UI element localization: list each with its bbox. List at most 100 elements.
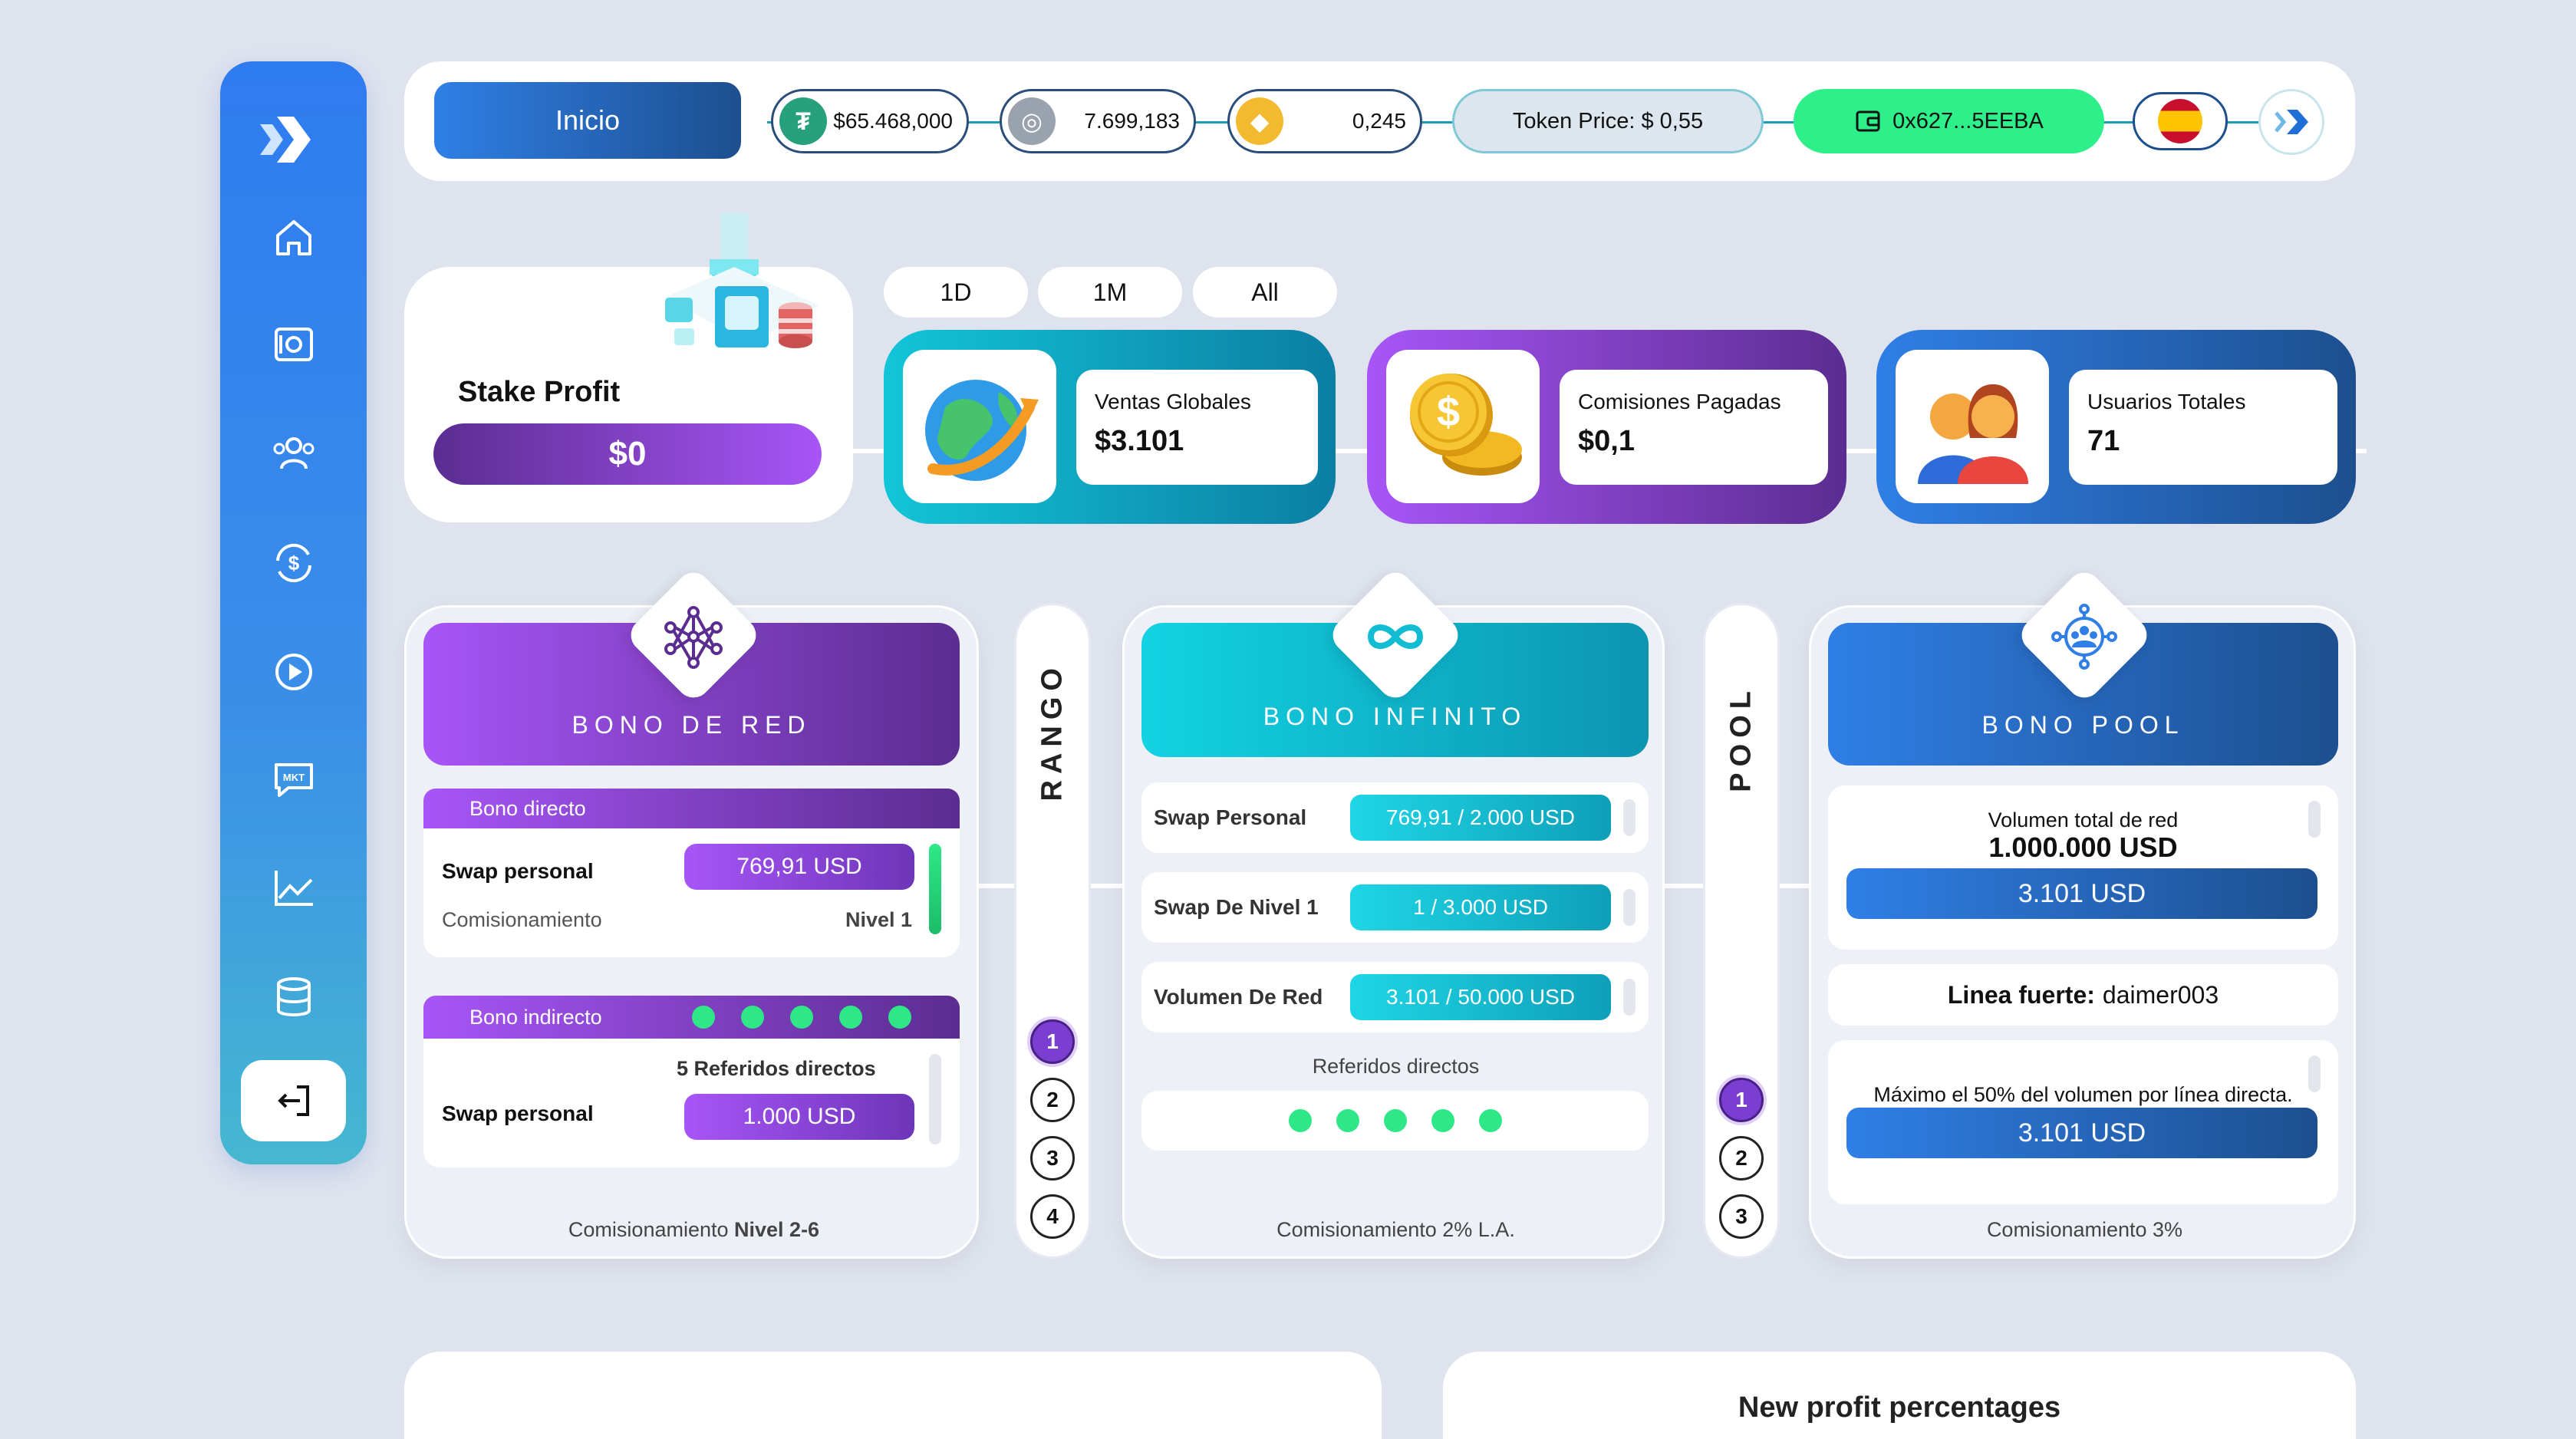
rango-level-2[interactable]: 2 xyxy=(1030,1078,1075,1122)
stat-card-comisiones-pagadas: $ Comisiones Pagadas $0,1 xyxy=(1367,330,1846,524)
infinito-row-volumen-red: Volumen De Red 3.101 / 50.000 USD xyxy=(1141,962,1649,1032)
bono-directo-label: Bono directo xyxy=(469,796,586,820)
bono-infinito-footer: Comisionamiento 2% L.A. xyxy=(1276,1218,1515,1241)
bono-directo-card: Swap personal 769,91 USD Comisionamiento… xyxy=(423,828,960,957)
usdt-balance-pill: ₮ $65.468,000 xyxy=(771,89,969,153)
period-tab-all[interactable]: All xyxy=(1193,267,1337,318)
volumen-red-value: 1.000.000 USD xyxy=(1988,831,2178,863)
people-icon xyxy=(1896,350,2049,503)
vault-icon[interactable] xyxy=(268,320,319,370)
referidos-directos-label: Referidos directos xyxy=(1312,1055,1480,1078)
swap-personal-indirecto-label: Swap personal xyxy=(442,1101,594,1125)
infinito-row-bar xyxy=(1623,979,1636,1016)
volumen-red-pill: 3.101 USD xyxy=(1846,868,2317,919)
stat-value: $0,1 xyxy=(1578,425,1635,457)
linea-fuerte-label: Linea fuerte: xyxy=(1947,980,2095,1009)
rango-label: RANGO xyxy=(1036,662,1069,802)
infinito-row-bar xyxy=(1623,799,1636,836)
directo-progress-bar xyxy=(929,844,941,934)
nivel-label: Nivel 1 xyxy=(845,908,913,931)
infinito-row-value: 1 / 3.000 USD xyxy=(1350,884,1611,930)
volumen-red-bar xyxy=(2308,801,2321,838)
pool-level-3[interactable]: 3 xyxy=(1719,1194,1764,1239)
svg-text:$: $ xyxy=(288,552,299,575)
bono-red-footer-level: Nivel 2-6 xyxy=(734,1218,820,1241)
rango-level-1[interactable]: 1 xyxy=(1030,1019,1075,1064)
referido-dot xyxy=(1289,1109,1312,1132)
stat-comisiones-box: Comisiones Pagadas $0,1 xyxy=(1560,370,1828,485)
forward-button[interactable] xyxy=(2258,89,2324,155)
referidos-directos-label: 5 Referidos directos xyxy=(677,1057,876,1080)
wallet-icon xyxy=(1856,110,1880,132)
gold-coins-icon: $ xyxy=(1386,350,1540,503)
infinito-row-swap-nivel-1: Swap De Nivel 1 1 / 3.000 USD xyxy=(1141,872,1649,943)
maximo-volumen-bar xyxy=(2308,1055,2321,1092)
comisionamiento-label: Comisionamiento xyxy=(442,908,602,931)
bono-red-panel: BONO DE RED Bono directo Swap personal 7… xyxy=(404,565,979,1259)
indirecto-dot xyxy=(790,1006,813,1029)
brand-logo-icon[interactable] xyxy=(257,109,331,170)
volumen-red-card: Volumen total de red 1.000.000 USD 3.101… xyxy=(1828,785,2338,950)
maximo-volumen-label: Máximo el 50% del volumen por línea dire… xyxy=(1873,1083,2293,1106)
stat-card-usuarios-totales: Usuarios Totales 71 xyxy=(1876,330,2356,524)
stat-value: 71 xyxy=(2087,425,2120,457)
logout-button[interactable] xyxy=(241,1060,346,1141)
bono-red-title: BONO DE RED xyxy=(572,711,812,739)
infinito-row-label: Swap De Nivel 1 xyxy=(1154,895,1319,919)
market-chat-icon[interactable]: MKT xyxy=(268,754,319,805)
bono-red-footer-text: Comisionamiento xyxy=(568,1218,735,1241)
referido-dot xyxy=(1479,1109,1502,1132)
network-icon xyxy=(664,606,723,669)
rango-level-3[interactable]: 3 xyxy=(1030,1136,1075,1181)
double-chevron-icon xyxy=(2275,110,2308,134)
indirecto-dot xyxy=(888,1006,911,1029)
bnb-coin-icon: ◆ xyxy=(1236,97,1283,145)
stat-usuarios-box: Usuarios Totales 71 xyxy=(2069,370,2337,485)
swap-personal-value: 769,91 USD xyxy=(684,844,914,890)
rango-level-4[interactable]: 4 xyxy=(1030,1194,1075,1239)
bono-infinito-title: BONO INFINITO xyxy=(1263,703,1527,730)
database-icon[interactable] xyxy=(268,972,319,1022)
linea-fuerte-value: daimer003 xyxy=(2102,980,2219,1009)
bnb-balance-value: 0,245 xyxy=(1352,109,1406,133)
token-coin-icon: ◎ xyxy=(1008,97,1056,145)
home-icon[interactable] xyxy=(268,212,319,263)
bono-infinito-panel: BONO INFINITO Swap Personal 769,91 / 2.0… xyxy=(1122,565,1665,1259)
stat-ventas-box: Ventas Globales $3.101 xyxy=(1076,370,1318,485)
chart-icon[interactable] xyxy=(268,863,319,914)
svg-text:MKT: MKT xyxy=(282,772,304,783)
usdt-coin-icon: ₮ xyxy=(779,97,827,145)
pool-level-2[interactable]: 2 xyxy=(1719,1136,1764,1181)
swap-personal-indirecto-value: 1.000 USD xyxy=(684,1094,914,1140)
bono-indirecto-card: 5 Referidos directos Swap personal 1.000… xyxy=(423,1039,960,1167)
token-price-badge: Token Price: $ 0,55 xyxy=(1452,89,1764,153)
dollar-exchange-icon[interactable]: $ xyxy=(268,538,319,588)
users-icon[interactable] xyxy=(268,429,319,479)
infinito-row-label: Swap Personal xyxy=(1154,805,1307,829)
globe-arrow-icon xyxy=(903,350,1056,503)
bono-pool-panel: BONO POOL Volumen total de red 1.000.000… xyxy=(1809,565,2356,1259)
language-selector[interactable] xyxy=(2133,92,2228,150)
wallet-address: 0x627...5EEBA xyxy=(1892,108,2044,133)
indirecto-progress-bar xyxy=(929,1054,941,1144)
referido-dot xyxy=(1336,1109,1359,1132)
home-tab-button[interactable]: Inicio xyxy=(434,82,741,159)
pool-column: POOL 1 2 3 xyxy=(1703,603,1780,1259)
pool-people-icon xyxy=(2051,604,2117,670)
bottom-right-card: New profit percentages xyxy=(1443,1352,2356,1439)
wallet-button[interactable]: 0x627...5EEBA xyxy=(1794,89,2104,153)
period-tab-1d[interactable]: 1D xyxy=(884,267,1028,318)
indirecto-dot xyxy=(839,1006,862,1029)
indirecto-dot xyxy=(692,1006,715,1029)
bnb-balance-pill: ◆ 0,245 xyxy=(1227,89,1422,153)
referido-dot xyxy=(1431,1109,1454,1132)
play-icon[interactable] xyxy=(268,647,319,697)
infinito-row-bar xyxy=(1623,889,1636,926)
pool-level-1[interactable]: 1 xyxy=(1719,1078,1764,1122)
period-tab-1m[interactable]: 1M xyxy=(1038,267,1182,318)
infinito-row-label: Volumen De Red xyxy=(1154,985,1323,1009)
logout-icon xyxy=(277,1085,309,1116)
maximo-volumen-pill: 3.101 USD xyxy=(1846,1108,2317,1158)
server-illustration-icon xyxy=(665,213,819,348)
svg-text:$: $ xyxy=(1437,389,1460,435)
